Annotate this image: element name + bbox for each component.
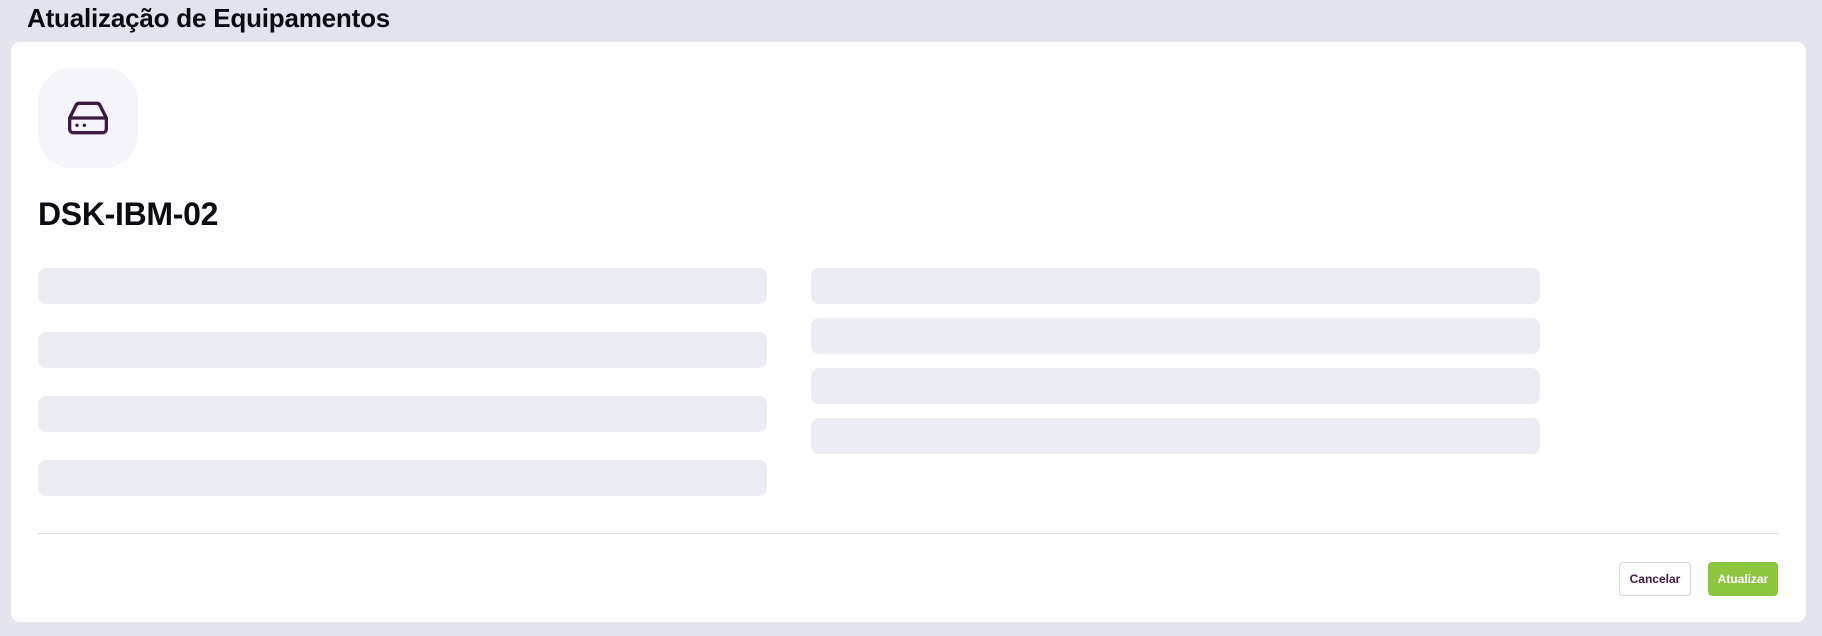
skeleton-field-left-4 — [38, 460, 767, 496]
device-name: DSK-IBM-02 — [38, 196, 219, 232]
equipment-update-card: DSK-IBM-02 Cancelar Atualizar — [11, 42, 1806, 622]
skeleton-field-right-3 — [811, 368, 1540, 404]
skeleton-field-left-3 — [38, 396, 767, 432]
cancel-button[interactable]: Cancelar — [1619, 562, 1691, 596]
skeleton-field-left-1 — [38, 268, 767, 304]
update-button[interactable]: Atualizar — [1708, 562, 1778, 596]
footer-divider — [38, 533, 1779, 534]
device-icon-container — [38, 68, 138, 168]
page-title: Atualização de Equipamentos — [27, 3, 391, 33]
skeleton-field-right-2 — [811, 318, 1540, 354]
hard-drive-icon — [68, 101, 108, 135]
skeleton-field-left-2 — [38, 332, 767, 368]
skeleton-field-right-1 — [811, 268, 1540, 304]
skeleton-field-right-4 — [811, 418, 1540, 454]
